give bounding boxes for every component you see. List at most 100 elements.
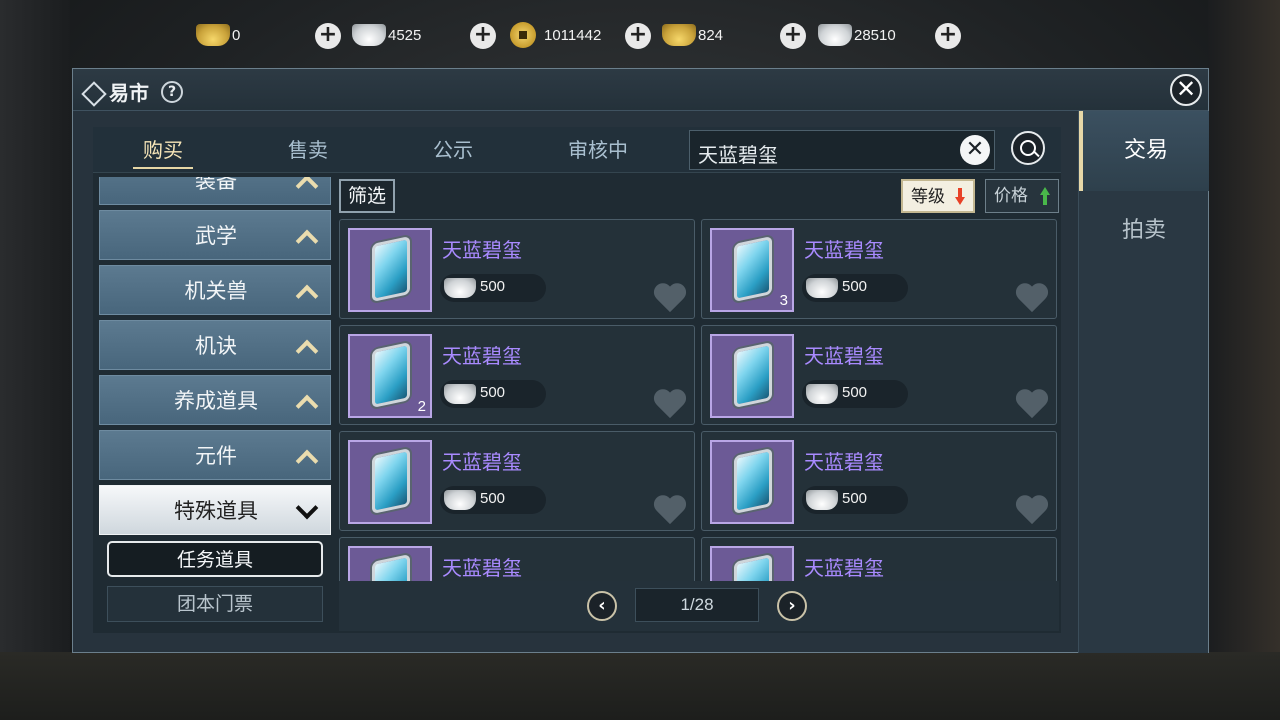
category-equipment[interactable]: 装备 (99, 177, 331, 205)
subcategory-quest-items[interactable]: 任务道具 (107, 541, 323, 577)
search-input-value: 天蓝碧玺 (698, 143, 778, 167)
currency-gold-stamped: 824 (662, 18, 723, 52)
price-value: 500 (842, 278, 868, 295)
subcategory-raid-tickets[interactable]: 团本门票 (107, 586, 323, 622)
item-price: 500 (802, 486, 908, 514)
arrow-up-icon (1040, 187, 1050, 205)
silver-ingot-icon (806, 278, 838, 298)
gem-icon (710, 440, 794, 524)
search-icon[interactable] (1011, 131, 1045, 165)
price-value: 500 (480, 384, 506, 401)
chevron-up-icon (294, 278, 320, 302)
item-card[interactable]: 天蓝碧玺 500 (339, 431, 695, 531)
category-martial-arts[interactable]: 武学 (99, 210, 331, 260)
window-header: 易市 ? ✕ (73, 69, 1208, 111)
filter-button[interactable]: 筛选 (339, 179, 395, 213)
category-components[interactable]: 元件 (99, 430, 331, 480)
gem-icon (348, 228, 432, 312)
sort-by-level-button[interactable]: 等级 (901, 179, 975, 213)
item-name: 天蓝碧玺 (804, 238, 884, 262)
price-value: 500 (842, 490, 868, 507)
item-name: 天蓝碧玺 (804, 556, 884, 580)
currency-silver-ingot: 4525 (352, 18, 421, 52)
category-special-items[interactable]: 特殊道具 (99, 485, 331, 535)
sort-label: 价格 (994, 186, 1028, 206)
heart-icon[interactable] (1014, 282, 1050, 314)
silver-ingot-icon (444, 490, 476, 510)
item-name: 天蓝碧玺 (804, 344, 884, 368)
item-card[interactable]: 天蓝碧玺 (701, 537, 1057, 581)
currency-value: 0 (232, 26, 241, 44)
gold-ingot-stamped-icon (662, 24, 696, 46)
item-name: 天蓝碧玺 (442, 238, 522, 262)
silver-ingot-icon (352, 24, 386, 46)
heart-icon[interactable] (652, 494, 688, 526)
heart-icon[interactable] (652, 282, 688, 314)
gem-icon: 2 (348, 334, 432, 418)
currency-value: 4525 (388, 26, 422, 44)
item-name: 天蓝碧玺 (442, 450, 522, 474)
gem-icon (348, 546, 432, 581)
category-cultivation-items[interactable]: 养成道具 (99, 375, 331, 425)
help-button[interactable]: ? (161, 80, 183, 103)
chevron-up-icon (294, 333, 320, 357)
side-tab-trade[interactable]: 交易 (1079, 111, 1209, 191)
add-silver-ingot-button[interactable]: + (470, 23, 496, 49)
item-name: 天蓝碧玺 (442, 344, 522, 368)
chevron-up-icon (294, 177, 320, 192)
clear-search-button[interactable]: ✕ (960, 135, 990, 165)
heart-icon[interactable] (1014, 388, 1050, 420)
arrow-down-icon (955, 188, 965, 206)
chevron-right-icon[interactable]: › (777, 591, 807, 621)
item-card[interactable]: 天蓝碧玺 500 (701, 431, 1057, 531)
item-card[interactable]: 3 天蓝碧玺 500 (701, 219, 1057, 319)
item-card[interactable]: 天蓝碧玺 500 (701, 325, 1057, 425)
item-card[interactable]: 2 天蓝碧玺 500 (339, 325, 695, 425)
currency-value: 824 (698, 26, 724, 44)
heart-icon[interactable] (652, 388, 688, 420)
item-count: 2 (417, 398, 426, 415)
gold-ingot-icon (196, 24, 230, 46)
chevron-up-icon (294, 443, 320, 467)
background-bottom (0, 652, 1280, 720)
close-button[interactable]: ✕ (1170, 74, 1202, 106)
add-silver-stamped-button[interactable]: + (935, 23, 961, 49)
tab-under-review[interactable]: 审核中 (548, 127, 648, 173)
item-name: 天蓝碧玺 (804, 450, 884, 474)
chevron-up-icon (294, 223, 320, 247)
heart-icon[interactable] (1014, 494, 1050, 526)
currency-silver-stamped: 28510 (818, 18, 896, 52)
background-left (0, 0, 70, 720)
pagination: ‹ 1/28 › (339, 581, 1059, 631)
item-price: 500 (440, 274, 546, 302)
price-value: 500 (842, 384, 868, 401)
content-area: 购买 售卖 公示 审核中 天蓝碧玺 ✕ 装备 武学 机关兽 机诀 养成道具 元件… (93, 127, 1061, 633)
add-gold-ingot-button[interactable]: + (315, 23, 341, 49)
chevron-left-icon[interactable]: ‹ (587, 591, 617, 621)
copper-coin-icon (510, 22, 536, 48)
add-copper-coin-button[interactable]: + (625, 23, 651, 49)
category-mechanism-scroll[interactable]: 机诀 (99, 320, 331, 370)
item-grid: 天蓝碧玺 500 3 天蓝碧玺 500 2 天蓝碧玺 500 天蓝碧玺 500 (339, 219, 1059, 581)
item-card[interactable]: 天蓝碧玺 (339, 537, 695, 581)
window-title: 易市 (109, 81, 149, 105)
tab-sell[interactable]: 售卖 (258, 127, 358, 173)
item-price: 500 (440, 486, 546, 514)
sort-label: 等级 (911, 187, 945, 207)
side-tab-auction[interactable]: 拍卖 (1079, 191, 1209, 271)
chevron-up-icon (294, 388, 320, 412)
tab-public[interactable]: 公示 (403, 127, 503, 173)
currency-copper-coin: 1011442 (510, 18, 601, 52)
silver-ingot-stamped-icon (818, 24, 852, 46)
currency-value: 28510 (854, 26, 896, 44)
top-tabs: 购买 售卖 公示 审核中 天蓝碧玺 ✕ (93, 127, 1061, 173)
sort-by-price-button[interactable]: 价格 (985, 179, 1059, 213)
item-card[interactable]: 天蓝碧玺 500 (339, 219, 695, 319)
background-right (1208, 0, 1280, 720)
add-gold-stamped-button[interactable]: + (780, 23, 806, 49)
category-mechanical-beast[interactable]: 机关兽 (99, 265, 331, 315)
tab-buy[interactable]: 购买 (113, 127, 213, 173)
silver-ingot-icon (444, 384, 476, 404)
search-input[interactable]: 天蓝碧玺 ✕ (689, 130, 995, 170)
gem-icon: 3 (710, 228, 794, 312)
